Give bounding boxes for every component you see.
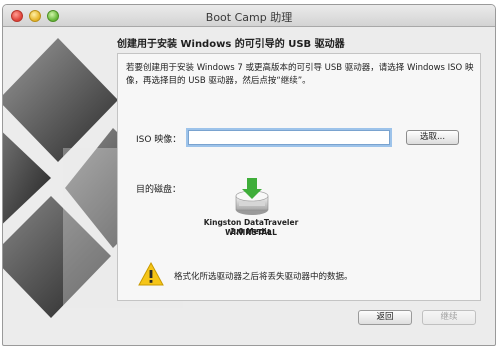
iso-image-label: ISO 映像： (136, 135, 182, 145)
destination-disk-label: 目的磁盘： (136, 185, 182, 195)
usb-drive-item[interactable]: Kingston DataTraveler 2.0 Media WININSTA… (196, 178, 306, 238)
instructions-text: 若要创建用于安装 Windows 7 或更高版本的可引导 USB 驱动器，请选择… (126, 63, 474, 86)
content-panel: 若要创建用于安装 Windows 7 或更高版本的可引导 USB 驱动器，请选择… (117, 53, 481, 301)
continue-button[interactable]: 继续 (422, 310, 476, 325)
warning-text: 格式化所选驱动器之后将丢失驱动器中的数据。 (174, 272, 353, 282)
choose-iso-button[interactable]: 选取... (406, 130, 459, 145)
warning-icon (138, 262, 164, 286)
page-header: 创建用于安装 Windows 的可引导的 USB 驱动器 (117, 39, 345, 50)
window-title: Boot Camp 助理 (205, 11, 293, 24)
back-button[interactable]: 返回 (358, 310, 412, 325)
volume-name: WININSTALL (225, 228, 277, 237)
iso-image-field[interactable] (188, 130, 390, 145)
boot-camp-window: Boot Camp 助理 创建用于安装 Windows 的可引导的 USB 驱动… (2, 4, 496, 346)
title-bar: Boot Camp 助理 (3, 5, 495, 27)
usb-drive-icon (235, 178, 269, 215)
